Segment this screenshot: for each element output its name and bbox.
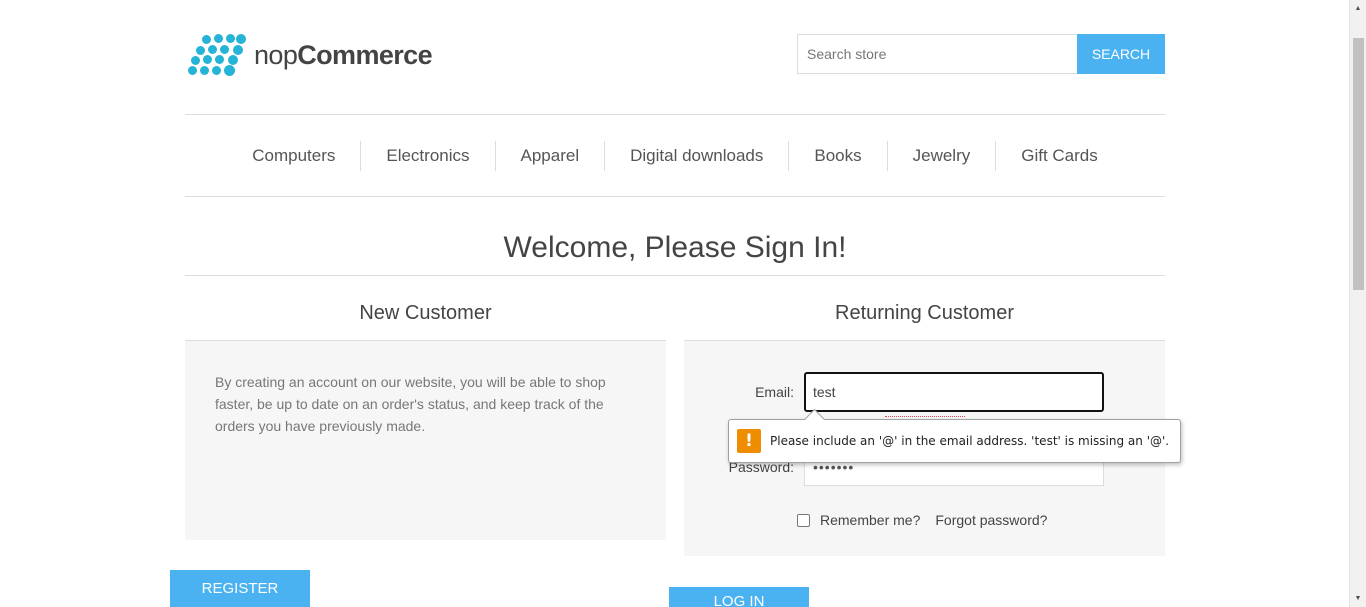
validation-tooltip: ! Please include an '@' in the email add… (728, 419, 1181, 463)
logo-text: nopCommerce (254, 39, 433, 71)
store-logo[interactable]: nopCommerce (188, 34, 433, 76)
scroll-thumb[interactable] (1353, 38, 1364, 290)
page: nopCommerce SEARCH Computers Electronics… (185, 0, 1165, 556)
page-title: Welcome, Please Sign In! (185, 197, 1165, 276)
remember-me-row: Remember me? Forgot password? (797, 512, 1047, 528)
search-button[interactable]: SEARCH (1077, 34, 1165, 74)
new-customer-text: By creating an account on our website, y… (215, 374, 606, 434)
remember-me-label[interactable]: Remember me? (820, 512, 920, 528)
new-customer-section: New Customer By creating an account on o… (185, 277, 666, 540)
logo-text-bold: Commerce (297, 39, 433, 70)
forgot-password-link[interactable]: Forgot password? (935, 512, 1047, 528)
search-input[interactable] (797, 34, 1077, 74)
nav-item-gift-cards[interactable]: Gift Cards (995, 140, 1123, 171)
login-button[interactable]: LOG IN (669, 587, 809, 607)
page-title-heading: Welcome, Please Sign In! (503, 231, 847, 264)
register-button[interactable]: REGISTER (170, 570, 310, 607)
top-menu: Computers Electronics Apparel Digital do… (185, 115, 1165, 197)
nav-item-computers[interactable]: Computers (227, 141, 360, 171)
nav-item-jewelry[interactable]: Jewelry (886, 140, 996, 171)
validation-message: Please include an '@' in the email addre… (770, 434, 1170, 448)
nav-item-apparel[interactable]: Apparel (494, 140, 605, 171)
returning-customer-title: Returning Customer (684, 277, 1165, 341)
email-label: Email: (755, 384, 794, 400)
nav-item-digital-downloads[interactable]: Digital downloads (604, 140, 788, 171)
page-scrollbar[interactable]: ▲ ▼ (1349, 0, 1366, 607)
new-customer-title: New Customer (185, 277, 666, 341)
search-box: SEARCH (797, 34, 1165, 74)
header: nopCommerce SEARCH (185, 0, 1165, 115)
email-field[interactable]: test (804, 372, 1104, 412)
scroll-down-arrow-icon[interactable]: ▼ (1350, 590, 1366, 607)
logo-dots-icon (188, 34, 246, 76)
remember-me-checkbox[interactable] (797, 513, 810, 527)
logo-text-light: nop (254, 39, 298, 70)
nav-item-electronics[interactable]: Electronics (360, 140, 494, 171)
new-customer-box: By creating an account on our website, y… (185, 341, 666, 540)
nav-item-books[interactable]: Books (788, 140, 886, 171)
warning-icon: ! (737, 429, 761, 453)
scroll-up-arrow-icon[interactable]: ▲ (1350, 0, 1366, 17)
